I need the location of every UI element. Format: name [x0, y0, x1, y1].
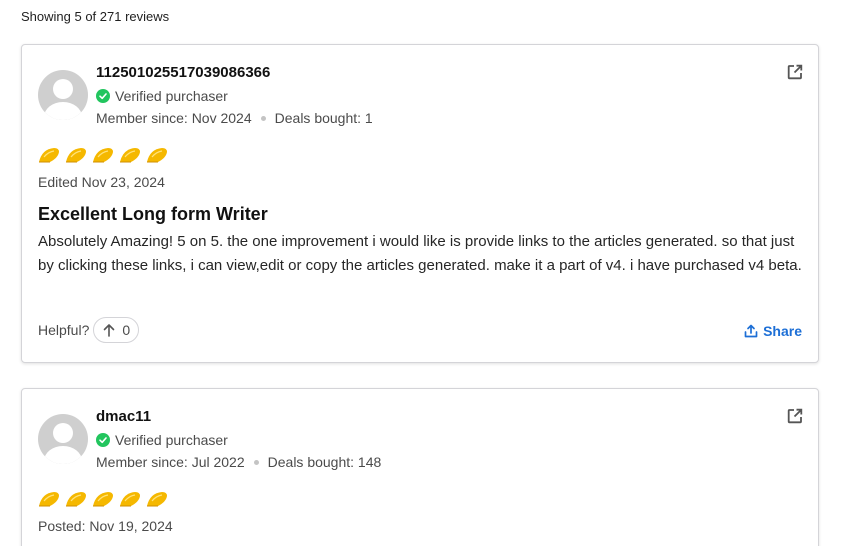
taco-rating-icon: [119, 492, 140, 507]
external-link-icon[interactable]: [786, 407, 804, 425]
arrow-up-icon: [104, 324, 115, 337]
share-label: Share: [763, 323, 802, 339]
verified-purchaser: Verified purchaser: [96, 432, 228, 448]
separator-dot: [253, 459, 259, 465]
verified-purchaser: Verified purchaser: [96, 88, 228, 104]
review-card: dmac11 Verified purchaser Member since: …: [21, 388, 819, 546]
avatar: [38, 414, 88, 464]
avatar: [38, 70, 88, 120]
taco-rating-icon: [119, 148, 140, 163]
avatar-body: [44, 102, 82, 120]
review-date: Posted: Nov 19, 2024: [38, 518, 173, 534]
verified-label: Verified purchaser: [115, 88, 228, 104]
reviewer-meta: Member since: Nov 2024 Deals bought: 1: [96, 110, 373, 126]
deals-bought: Deals bought: 148: [267, 454, 382, 470]
upvote-button[interactable]: 0: [93, 317, 140, 343]
member-since: Member since: Jul 2022: [96, 454, 245, 470]
separator-dot: [260, 115, 266, 121]
review-date: Edited Nov 23, 2024: [38, 174, 165, 190]
taco-rating-icon: [65, 148, 86, 163]
share-button[interactable]: Share: [744, 323, 802, 339]
verified-check-icon: [96, 433, 110, 447]
taco-rating-icon: [92, 148, 113, 163]
review-body: Absolutely Amazing! 5 on 5. the one impr…: [38, 233, 802, 274]
taco-rating-icon: [38, 492, 59, 507]
reviewer-name: dmac11: [96, 408, 152, 425]
share-icon: [744, 324, 758, 338]
taco-rating-icon: [92, 492, 113, 507]
verified-check-icon: [96, 89, 110, 103]
taco-rating-icon: [65, 492, 86, 507]
avatar-head: [53, 423, 73, 443]
reviews-page: Showing 5 of 271 reviews 112501025517039…: [0, 0, 843, 546]
taco-rating-icon: [146, 492, 167, 507]
reviewer-name: 112501025517039086366: [96, 64, 271, 81]
member-since: Member since: Nov 2024: [96, 110, 252, 126]
review-card: 112501025517039086366 Verified purchaser…: [21, 44, 819, 363]
avatar-body: [44, 446, 82, 464]
reviews-summary: Showing 5 of 271 reviews: [21, 9, 170, 24]
taco-rating-icon: [38, 148, 59, 163]
helpful-section: Helpful? 0: [38, 317, 140, 343]
taco-rating-icon: [146, 148, 167, 163]
helpful-label: Helpful?: [38, 322, 90, 338]
helpful-count: 0: [122, 322, 131, 338]
rating-stars: [38, 146, 168, 164]
reviewer-meta: Member since: Jul 2022 Deals bought: 148: [96, 454, 381, 470]
review-title: Excellent Long form Writer: [38, 204, 268, 224]
deals-bought: Deals bought: 1: [274, 110, 373, 126]
external-link-icon[interactable]: [786, 63, 804, 81]
verified-label: Verified purchaser: [115, 432, 228, 448]
rating-stars: [38, 490, 168, 508]
avatar-head: [53, 79, 73, 99]
